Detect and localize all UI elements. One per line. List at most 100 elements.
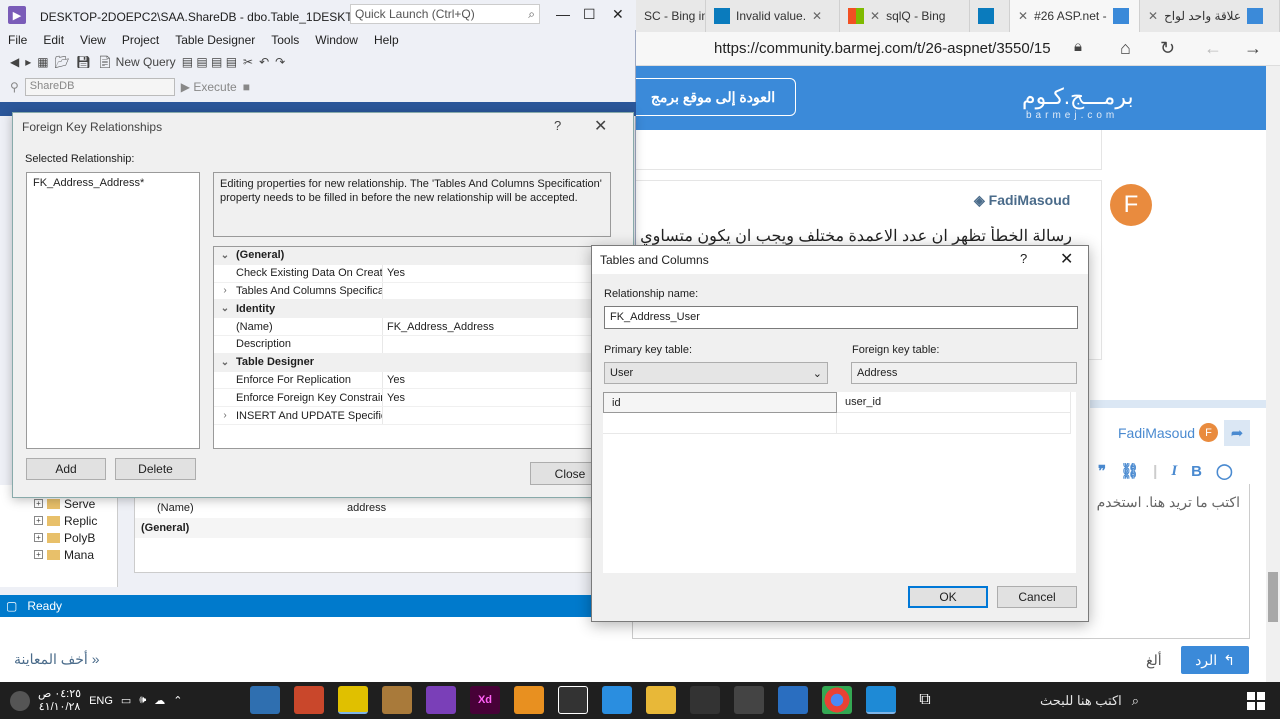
xd-icon[interactable]: Xd (470, 686, 500, 714)
close-icon[interactable]: ✕ (1060, 249, 1073, 269)
cancel-reply-link[interactable]: ألغ (1146, 652, 1162, 669)
prop-category[interactable]: (General) (135, 518, 593, 538)
windows-start-icon[interactable] (1232, 682, 1280, 719)
forward-icon[interactable]: ▸ (25, 55, 31, 69)
back-icon[interactable]: → (1244, 38, 1262, 59)
volume-icon[interactable]: 🕪︎ (139, 694, 146, 707)
ssms-app-icon[interactable] (338, 686, 368, 714)
expand-icon[interactable]: ⌄ (214, 250, 236, 261)
expand-icon[interactable]: › (214, 285, 236, 296)
primary-key-table-select[interactable]: User ⌄ (604, 362, 828, 384)
stop-icon[interactable]: ■ (243, 80, 250, 94)
bold-icon[interactable]: B (1191, 463, 1202, 480)
expand-icon[interactable]: + (34, 516, 43, 525)
help-icon[interactable]: ? (554, 118, 561, 133)
browser-tab[interactable]: SC - Bing ima (636, 0, 706, 32)
edge-icon[interactable] (866, 686, 896, 714)
maximize-icon[interactable]: ☐ (583, 6, 596, 23)
expand-icon[interactable]: ⌄ (214, 303, 236, 314)
property-row[interactable]: (Name) FK_Address_Address (214, 318, 610, 336)
oe-node[interactable]: + PolyB (0, 529, 117, 546)
package-icon[interactable] (382, 686, 412, 714)
property-row[interactable]: Description (214, 335, 610, 354)
menu-edit[interactable]: Edit (35, 30, 72, 50)
new-project-icon[interactable]: ▦ (37, 55, 48, 69)
property-category[interactable]: ⌄ Identity (214, 300, 610, 319)
refresh-icon[interactable]: ↻ (1160, 38, 1175, 59)
back-icon[interactable]: ◀ (10, 55, 19, 69)
post-username[interactable]: ◈ FadiMasoud (974, 192, 1070, 209)
close-icon[interactable]: ✕ (812, 9, 822, 23)
browser-tab[interactable]: ✕ sqlQ - Bing (840, 0, 970, 32)
address-bar[interactable]: https://community.barmej.com/t/26-aspnet… (636, 32, 1280, 66)
property-value[interactable]: Yes (382, 389, 610, 407)
vscode-icon[interactable] (602, 686, 632, 714)
close-icon[interactable]: ✕ (612, 6, 624, 23)
add-button[interactable]: Add (26, 458, 106, 480)
property-category[interactable]: ⌄ Table Designer (214, 353, 610, 372)
avatar[interactable]: F (1110, 184, 1152, 226)
quick-launch-input[interactable]: Quick Launch (Ctrl+Q) ⌕ (350, 4, 540, 24)
expand-icon[interactable]: + (34, 550, 43, 559)
execute-button[interactable]: ▶ Execute (181, 80, 237, 94)
terminal-icon[interactable] (690, 686, 720, 714)
back-to-site-button[interactable]: العودة إلى موقع برمج (630, 78, 796, 116)
close-icon[interactable]: ✕ (594, 116, 607, 136)
snip-icon[interactable] (558, 686, 588, 714)
property-row[interactable]: Enforce Foreign Key Constrain Yes (214, 389, 610, 408)
relationship-name-input[interactable]: FK_Address_User (604, 306, 1078, 329)
menu-help[interactable]: Help (366, 30, 407, 50)
quote-icon[interactable]: ❞ (1098, 462, 1106, 480)
browser-tab[interactable]: ✕ علاقة واحد لواح (1140, 0, 1280, 32)
property-row[interactable]: › Tables And Columns Specifica (214, 282, 610, 301)
table-row[interactable]: id user_id (603, 392, 1076, 413)
menu-file[interactable]: File (0, 30, 35, 50)
property-row[interactable]: Check Existing Data On Creat Yes (214, 264, 610, 283)
link-icon[interactable]: ⛓ (1120, 462, 1139, 480)
prop-value[interactable]: address (347, 502, 386, 514)
close-icon[interactable]: ✕ (870, 9, 880, 23)
property-value[interactable]: FK_Address_Address (382, 318, 610, 335)
help-icon[interactable]: ? (1020, 251, 1027, 266)
battery-icon[interactable]: ▭ (121, 694, 131, 707)
url-text[interactable]: https://community.barmej.com/t/26-aspnet… (714, 40, 1051, 57)
editor-placeholder[interactable]: اكتب ما تريد هنا. استخدم (1090, 494, 1240, 511)
site-logo[interactable]: برمـــج.كـوم (1022, 84, 1134, 110)
list-item[interactable]: FK_Address_Address* (33, 177, 193, 189)
open-icon[interactable]: 📂︎ (55, 55, 70, 69)
browser-tab-active[interactable]: ✕ #26 ASP.net - (1010, 0, 1140, 32)
menu-window[interactable]: Window (307, 30, 366, 50)
redo-icon[interactable]: ↷ (275, 55, 285, 69)
pk-column-cell[interactable]: id (603, 392, 837, 413)
property-row[interactable]: Enforce For Replication Yes (214, 371, 610, 390)
minimize-icon[interactable]: — (556, 6, 570, 22)
menu-table-designer[interactable]: Table Designer (167, 30, 263, 50)
relationship-list[interactable]: FK_Address_Address* (26, 172, 200, 449)
browser-tab[interactable]: Invalid value. ✕ (706, 0, 840, 32)
property-value[interactable]: Yes (382, 264, 610, 282)
database-select[interactable]: ShareDB (24, 78, 175, 96)
store-icon[interactable] (734, 686, 764, 714)
home-icon[interactable]: ⌂ (1120, 38, 1131, 59)
cancel-button[interactable]: Cancel (997, 586, 1077, 608)
property-row[interactable]: › INSERT And UPDATE Specifica (214, 407, 610, 425)
file-explorer-icon[interactable] (646, 686, 676, 714)
reply-button[interactable]: الرد ↰ (1181, 646, 1249, 674)
taskbar-search[interactable]: ⌕ اكتب هنا للبحث (1040, 682, 1232, 719)
property-value[interactable]: Yes (382, 371, 610, 389)
oe-node[interactable]: + Mana (0, 546, 117, 563)
property-value[interactable] (382, 335, 610, 353)
photos-app-icon[interactable] (250, 686, 280, 714)
expand-icon[interactable]: + (34, 533, 43, 542)
expand-icon[interactable]: › (214, 410, 236, 421)
property-value[interactable] (382, 407, 610, 424)
save-icon[interactable]: 💾︎ (76, 55, 91, 69)
username-text[interactable]: FadiMasoud (989, 192, 1071, 208)
notification-icon[interactable] (10, 690, 30, 711)
undo-icon[interactable]: ↶ (259, 55, 269, 69)
clock[interactable]: ٠٤:٢٥ ص ٤١/١٠/٢٨ (38, 688, 81, 714)
browser-tab[interactable] (970, 0, 1010, 32)
italic-icon[interactable]: I (1171, 463, 1177, 480)
chrome-icon[interactable] (822, 686, 852, 714)
hide-preview-link[interactable]: « أخف المعاينة (14, 651, 100, 668)
